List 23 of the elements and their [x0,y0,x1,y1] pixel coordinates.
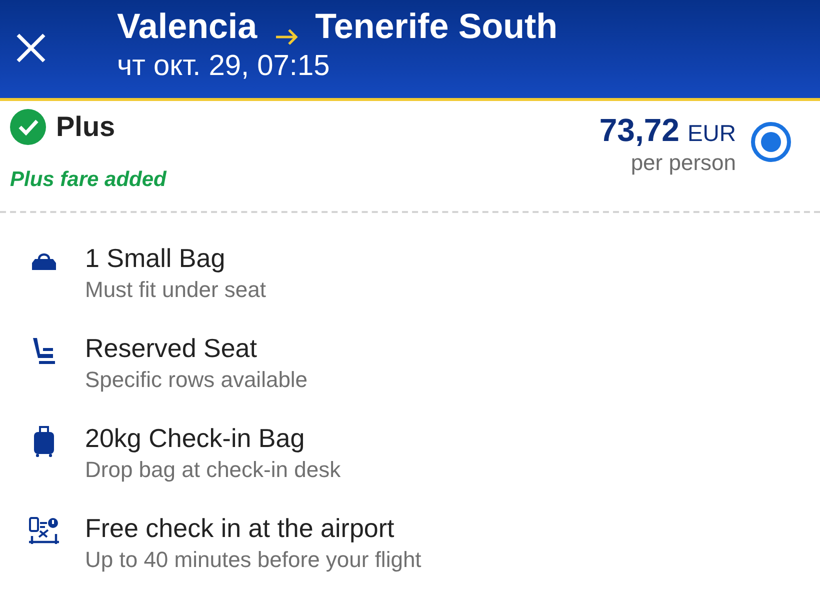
suitcase-icon [33,426,55,458]
feature-title: Reserved Seat [85,333,258,363]
feature-description: Drop bag at check-in desk [85,456,341,484]
destination-city: Tenerife South [315,6,558,48]
feature-title: Free check in at the airport [85,513,396,543]
feature-description: Specific rows available [85,366,308,394]
seat-icon [31,337,57,365]
feature-description: Up to 40 minutes before your flight [85,546,422,574]
departure-date-time: чт окт. 29, 07:15 [117,49,331,83]
fare-radio-button[interactable] [751,122,791,162]
currency-label: EUR [687,119,736,148]
feature-description: Must fit under seat [85,276,266,304]
feature-title: 20kg Check-in Bag [85,423,306,453]
price-note: per person [630,150,736,176]
fare-status: Plus fare added [10,167,166,193]
feature-title: 1 Small Bag [85,243,226,273]
handbag-icon [31,251,57,271]
origin-city: Valencia [117,6,258,48]
arrow-right-icon [275,29,300,45]
check-in-desk-icon [28,516,60,546]
fare-price: 73,72 [599,111,680,149]
fare-name: Plus [56,111,116,143]
close-icon [15,32,47,64]
